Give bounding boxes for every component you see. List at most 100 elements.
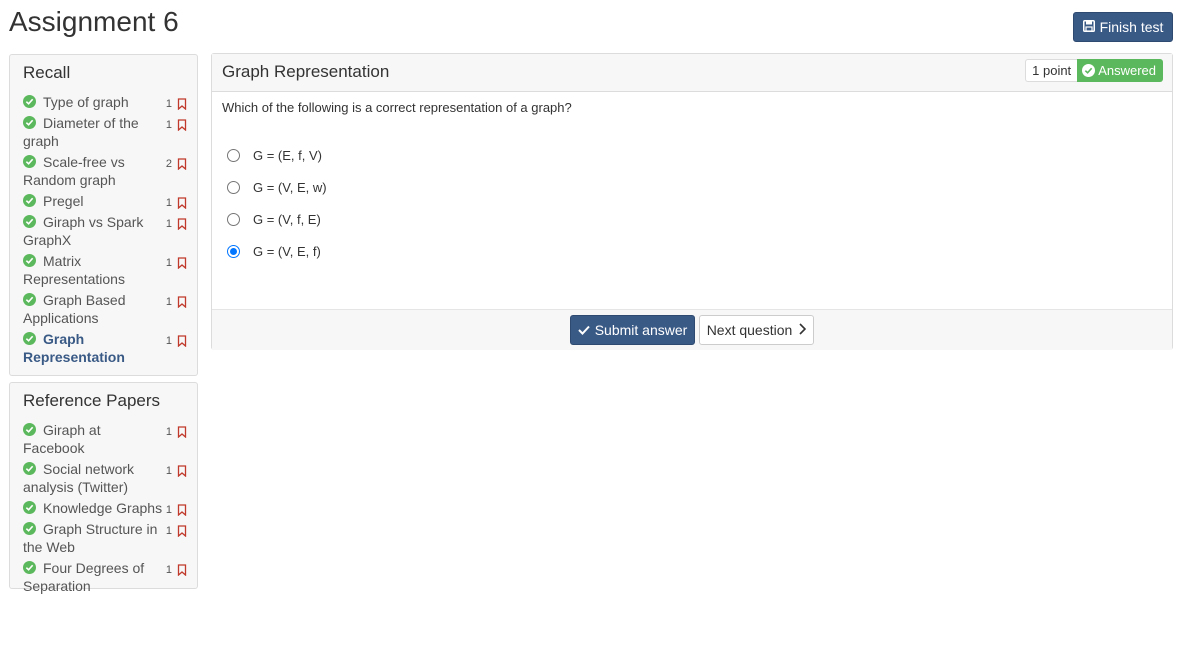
nav-item[interactable]: Giraph at Facebook 1 [10, 421, 197, 457]
nav-item[interactable]: Scale-free vs Random graph 2 [10, 153, 197, 189]
radio-button[interactable] [227, 148, 240, 162]
nav-item-points: 1 [165, 525, 172, 537]
nav-item-label: Knowledge Graphs [43, 500, 163, 516]
check-circle-icon [23, 501, 36, 514]
nav-item-label: Pregel [43, 193, 84, 209]
reference-papers-heading: Reference Papers [23, 391, 161, 410]
nav-item-label: Scale-free vs Random graph [23, 154, 125, 188]
nav-item[interactable]: Graph Based Applications 1 [10, 291, 197, 327]
check-circle-icon [23, 423, 36, 436]
nav-item-points: 1 [165, 197, 172, 209]
recall-panel: Recall Type of graph 1 Diameter of the gra… [9, 54, 198, 376]
bookmark-icon[interactable] [177, 195, 187, 210]
answer-options: G = (E, f, V) G = (V, E, w) G = (V, f, E) G… [222, 133, 1162, 273]
nav-item-label: Matrix Representations [23, 253, 125, 287]
finish-test-button[interactable]: Finish test [1073, 12, 1173, 42]
check-circle-icon [23, 194, 36, 207]
answer-option-label: G = (V, E, f) [253, 243, 321, 259]
nav-item-points: 1 [165, 426, 172, 438]
bookmark-icon[interactable] [177, 117, 187, 132]
finish-test-label: Finish test [1099, 19, 1164, 35]
nav-item[interactable]: Diameter of the graph 1 [10, 114, 197, 150]
recall-list: Type of graph 1 Diameter of the graph 1 Scal… [10, 93, 197, 366]
status-badge: Answered [1077, 59, 1163, 82]
nav-item-label: Graph Structure in the Web [23, 521, 158, 555]
reference-papers-list: Giraph at Facebook 1 Social network analys… [10, 421, 197, 595]
check-circle-icon [1082, 64, 1096, 77]
bookmark-icon[interactable] [177, 502, 187, 517]
answer-option-label: G = (E, f, V) [253, 147, 322, 163]
nav-item-points: 1 [165, 218, 172, 230]
nav-item-points: 1 [165, 257, 172, 269]
nav-item-label: Four Degrees of Separation [23, 560, 145, 594]
nav-item[interactable]: Graph Representation 1 [10, 330, 197, 366]
nav-item[interactable]: Giraph vs Spark GraphX 1 [10, 213, 197, 249]
nav-item-label: Giraph vs Spark GraphX [23, 214, 144, 248]
bookmark-icon[interactable] [177, 255, 187, 270]
check-circle-icon [23, 522, 36, 535]
check-circle-icon [23, 254, 36, 267]
checkmark-icon [577, 322, 590, 338]
nav-item-points: 1 [165, 98, 172, 110]
bookmark-icon[interactable] [177, 523, 187, 538]
nav-item[interactable]: Pregel 1 [10, 192, 197, 210]
reference-papers-panel: Reference Papers Giraph at Facebook 1 Soci… [9, 382, 198, 594]
nav-item-label: Graph Based Applications [23, 292, 126, 326]
nav-item[interactable]: Type of graph 1 [10, 93, 197, 111]
check-circle-icon [23, 215, 36, 228]
bookmark-icon[interactable] [177, 562, 187, 577]
nav-item-label: Graph Representation [23, 331, 125, 365]
bookmark-icon[interactable] [177, 333, 187, 348]
nav-item-points: 1 [165, 296, 172, 308]
question-body: Which of the following is a correct repr… [212, 92, 1172, 273]
bookmark-icon[interactable] [177, 463, 187, 478]
next-question-button[interactable]: Next question [699, 315, 814, 345]
radio-button[interactable] [227, 180, 240, 194]
bookmark-icon[interactable] [177, 216, 187, 231]
bookmark-icon[interactable] [177, 96, 187, 111]
radio-button[interactable] [227, 212, 240, 226]
nav-item-points: 1 [165, 564, 172, 576]
radio-button[interactable] [227, 244, 240, 258]
nav-item-points: 2 [165, 158, 172, 170]
nav-item[interactable]: Matrix Representations 1 [10, 252, 197, 288]
check-circle-icon [23, 332, 36, 345]
page-title: Assignment 6 [9, 6, 179, 37]
question-footer: Submit answer Next question [212, 309, 1172, 350]
question-card: Graph Representation 1 point Answered Wh… [211, 53, 1173, 350]
points-badge: 1 point [1025, 59, 1078, 82]
nav-item-points: 1 [165, 504, 172, 516]
nav-item-points: 1 [165, 335, 172, 347]
recall-heading: Recall [23, 63, 71, 82]
submit-answer-label: Submit answer [594, 322, 688, 338]
check-circle-icon [23, 293, 36, 306]
bookmark-icon[interactable] [177, 294, 187, 309]
question-badges: 1 point Answered [1025, 59, 1163, 82]
bookmark-icon[interactable] [177, 156, 187, 171]
chevron-right-icon [799, 322, 807, 338]
answer-option[interactable]: G = (V, E, f) [222, 229, 1162, 273]
nav-item[interactable]: Graph Structure in the Web 1 [10, 520, 197, 556]
question-text: Which of the following is a correct repr… [222, 100, 572, 115]
answer-option-label: G = (V, E, w) [253, 179, 327, 195]
bookmark-icon[interactable] [177, 424, 187, 439]
question-header: Graph Representation 1 point Answered [212, 54, 1172, 92]
submit-answer-button[interactable]: Submit answer [570, 315, 695, 345]
save-icon [1082, 19, 1095, 35]
answer-option-label: G = (V, f, E) [253, 211, 321, 227]
nav-item-label: Diameter of the graph [23, 115, 139, 149]
nav-item-label: Type of graph [43, 94, 129, 110]
nav-item-points: 1 [165, 465, 172, 477]
check-circle-icon [23, 155, 36, 168]
check-circle-icon [23, 561, 36, 574]
question-title: Graph Representation [222, 62, 390, 81]
nav-item[interactable]: Social network analysis (Twitter) 1 [10, 460, 197, 496]
check-circle-icon [23, 95, 36, 108]
nav-item-label: Social network analysis (Twitter) [23, 461, 135, 495]
check-circle-icon [23, 116, 36, 129]
check-circle-icon [23, 462, 36, 475]
next-question-label: Next question [706, 322, 793, 338]
nav-item[interactable]: Four Degrees of Separation 1 [10, 559, 197, 595]
nav-item[interactable]: Knowledge Graphs 1 [10, 499, 197, 517]
status-badge-label: Answered [1098, 63, 1156, 78]
